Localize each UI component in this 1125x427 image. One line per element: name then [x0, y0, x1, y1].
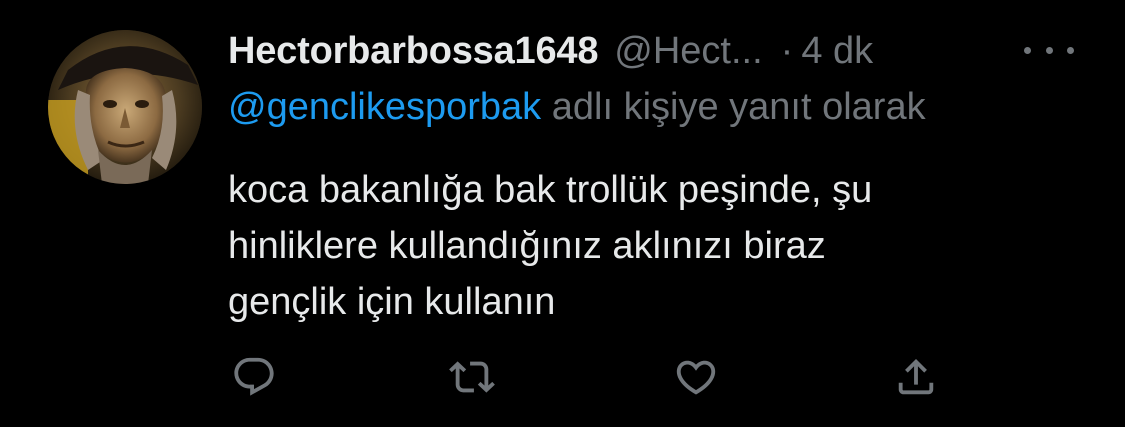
- timestamp[interactable]: 4 dk: [801, 30, 873, 73]
- heart-icon: [676, 360, 716, 395]
- tweet-text-line: hinliklere kullandığınız aklınızı biraz: [228, 225, 826, 267]
- share-icon: [898, 358, 934, 395]
- reply-context-text: adlı kişiye yanıt olarak: [541, 86, 926, 128]
- action-bar: [228, 352, 948, 402]
- avatar-image: [48, 30, 202, 184]
- retweet-icon: [449, 361, 495, 393]
- reply-context: @genclikesporbak adlı kişiye yanıt olara…: [228, 86, 926, 129]
- reply-icon: [234, 357, 274, 396]
- tweet-header: Hectorbarbossa1648 @Hect... · 4 dk: [228, 26, 873, 76]
- tweet[interactable]: Hectorbarbossa1648 @Hect... · 4 dk @genc…: [0, 0, 1125, 427]
- display-name[interactable]: Hectorbarbossa1648: [228, 30, 598, 73]
- avatar[interactable]: [48, 30, 202, 184]
- separator-dot: ·: [780, 29, 794, 72]
- retweet-button[interactable]: [446, 352, 498, 402]
- share-button[interactable]: [890, 352, 942, 402]
- tweet-text-line: koca bakanlığa bak trollük peşinde, şu: [228, 169, 873, 211]
- username-handle[interactable]: @Hect...: [614, 30, 762, 73]
- tweet-text: koca bakanlığa bak trollük peşinde, şu h…: [228, 162, 1088, 330]
- reply-mention-link[interactable]: @genclikesporbak: [228, 86, 541, 128]
- reply-button[interactable]: [228, 352, 280, 402]
- more-horizontal-icon[interactable]: [1024, 32, 1074, 68]
- tweet-text-line: gençlik için kullanın: [228, 281, 556, 323]
- like-button[interactable]: [670, 352, 722, 402]
